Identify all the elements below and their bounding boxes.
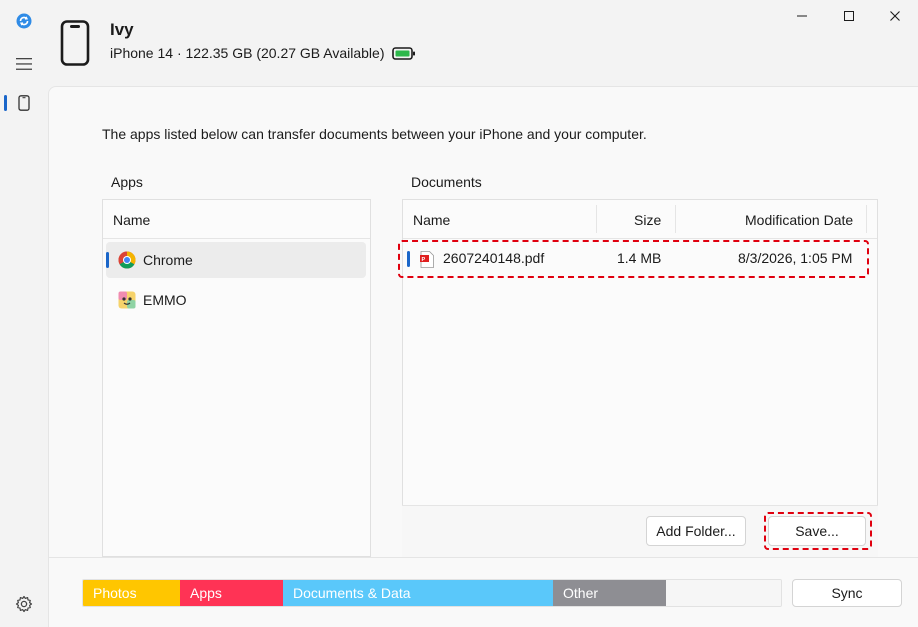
maximize-button[interactable] <box>826 6 872 26</box>
settings-gear-icon[interactable] <box>11 591 37 617</box>
device-name: Ivy <box>110 20 134 39</box>
documents-column-date[interactable]: Modification Date <box>745 212 853 228</box>
storage-segment-free <box>666 580 781 606</box>
minimize-button[interactable] <box>779 6 825 26</box>
selection-indicator <box>106 252 109 268</box>
app-item-emmo[interactable]: EMMO <box>106 282 366 318</box>
document-row-highlight <box>398 240 869 278</box>
footer-divider <box>48 557 918 558</box>
documents-column-size[interactable]: Size <box>634 212 661 228</box>
sync-logo-icon[interactable] <box>11 8 37 34</box>
column-divider <box>596 205 597 233</box>
left-rail <box>0 0 48 627</box>
documents-header-divider <box>403 238 877 239</box>
add-folder-button[interactable]: Add Folder... <box>646 516 746 546</box>
hamburger-menu-icon[interactable] <box>11 51 37 77</box>
intro-text: The apps listed below can transfer docum… <box>102 126 647 142</box>
storage-usage-bar: Photos Apps Documents & Data Other <box>82 579 782 607</box>
sync-button[interactable]: Sync <box>792 579 902 607</box>
documents-section-label: Documents <box>411 174 482 190</box>
app-label-emmo: EMMO <box>143 292 187 308</box>
storage-segment-documents: Documents & Data <box>283 580 553 606</box>
emmo-app-icon <box>118 291 136 309</box>
apps-section-label: Apps <box>111 174 143 190</box>
column-divider <box>866 205 867 233</box>
rail-active-indicator <box>4 95 7 111</box>
save-button-highlight <box>764 512 872 550</box>
storage-segment-apps: Apps <box>180 580 283 606</box>
app-label-chrome: Chrome <box>143 252 193 268</box>
storage-segment-photos: Photos <box>83 580 180 606</box>
battery-icon <box>392 47 416 60</box>
storage-segment-other: Other <box>553 580 666 606</box>
column-divider <box>675 205 676 233</box>
documents-column-name[interactable]: Name <box>413 212 450 228</box>
close-button[interactable] <box>872 6 918 26</box>
device-storage-info: iPhone 14 · 122.35 GB (20.27 GB Availabl… <box>110 45 385 61</box>
phone-icon[interactable] <box>11 90 37 116</box>
apps-header-divider <box>103 238 370 239</box>
app-item-chrome[interactable]: Chrome <box>106 242 366 278</box>
chrome-icon <box>118 251 136 269</box>
iphone-device-icon <box>60 20 90 66</box>
apps-column-name[interactable]: Name <box>113 212 150 228</box>
